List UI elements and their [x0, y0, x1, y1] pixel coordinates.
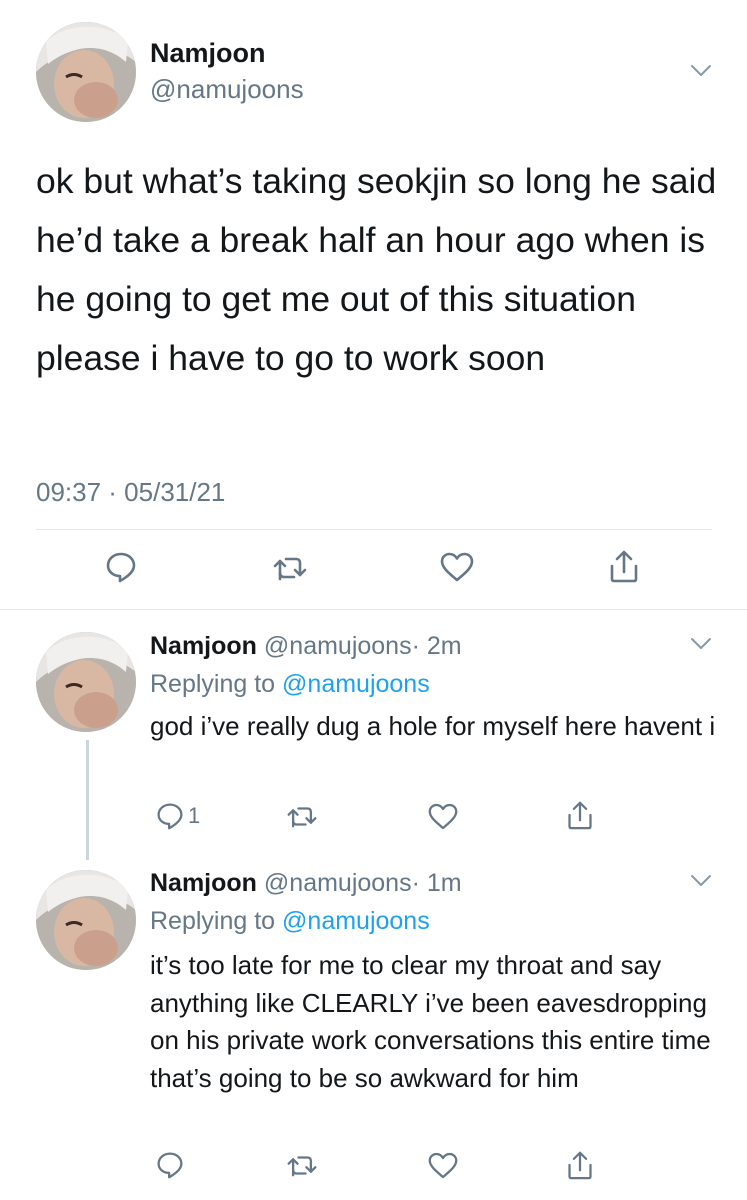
reply-author-name[interactable]: Namjoon — [150, 632, 257, 660]
reply-avatar[interactable] — [36, 870, 136, 970]
share-icon — [610, 550, 638, 583]
reply-text: god i’ve really dug a hole for myself he… — [150, 711, 716, 741]
reply-count: 1 — [188, 803, 201, 828]
retweet-button[interactable] — [272, 553, 308, 583]
reply-time[interactable]: · 2m — [412, 632, 462, 660]
retweet-button[interactable] — [286, 803, 318, 830]
retweet-icon — [273, 557, 307, 581]
reply-icon — [157, 803, 183, 830]
main-avatar[interactable] — [36, 22, 136, 122]
reply-icon — [157, 1152, 183, 1179]
replying-to: Replying to @namujoons — [150, 670, 430, 699]
replying-to-link[interactable]: @namujoons — [282, 670, 430, 698]
replying-to-link[interactable]: @namujoons — [282, 907, 430, 935]
reply-icon — [106, 552, 136, 583]
divider — [36, 529, 712, 530]
share-icon — [568, 801, 592, 830]
heart-icon — [428, 1152, 458, 1179]
reply-author-handle[interactable]: @namujoons — [264, 632, 412, 660]
reply-button[interactable]: 1 — [156, 802, 200, 830]
reply-avatar[interactable] — [36, 632, 136, 732]
reply-button[interactable] — [156, 1151, 184, 1179]
reply-author-name[interactable]: Namjoon — [150, 869, 257, 897]
reply-time[interactable]: · 1m — [412, 869, 462, 897]
replying-to: Replying to @namujoons — [150, 907, 430, 936]
author-handle[interactable]: @namujoons — [150, 74, 304, 105]
retweet-icon — [287, 1156, 317, 1177]
tweet-text: ok but what’s taking seokjin so long he … — [36, 161, 717, 378]
thread-line — [86, 740, 89, 860]
reply-author-handle[interactable]: @namujoons — [264, 869, 412, 897]
heart-icon — [440, 552, 474, 582]
heart-icon — [428, 803, 458, 830]
reply-button[interactable] — [105, 551, 137, 583]
share-button[interactable] — [566, 1149, 594, 1181]
replying-to-label: Replying to — [150, 670, 276, 698]
like-button[interactable] — [440, 552, 474, 582]
reply-header: Namjoon @namujoons· 2m — [150, 632, 462, 661]
like-button[interactable] — [428, 1152, 458, 1179]
retweet-button[interactable] — [286, 1152, 318, 1179]
reply-text: it’s too late for me to clear my throat … — [150, 950, 711, 1093]
share-icon — [568, 1151, 592, 1180]
share-button[interactable] — [566, 799, 594, 831]
chevron-down-icon[interactable] — [690, 637, 712, 651]
tweet-timestamp[interactable]: 09:37 · 05/31/21 — [36, 477, 225, 508]
reply-header: Namjoon @namujoons· 1m — [150, 869, 462, 898]
replying-to-label: Replying to — [150, 907, 276, 935]
chevron-down-icon[interactable] — [690, 874, 712, 888]
share-button[interactable] — [608, 548, 640, 584]
like-button[interactable] — [428, 803, 458, 830]
section-divider — [0, 609, 747, 610]
chevron-down-icon[interactable] — [690, 64, 712, 78]
retweet-icon — [287, 807, 317, 828]
author-name[interactable]: Namjoon — [150, 38, 266, 69]
